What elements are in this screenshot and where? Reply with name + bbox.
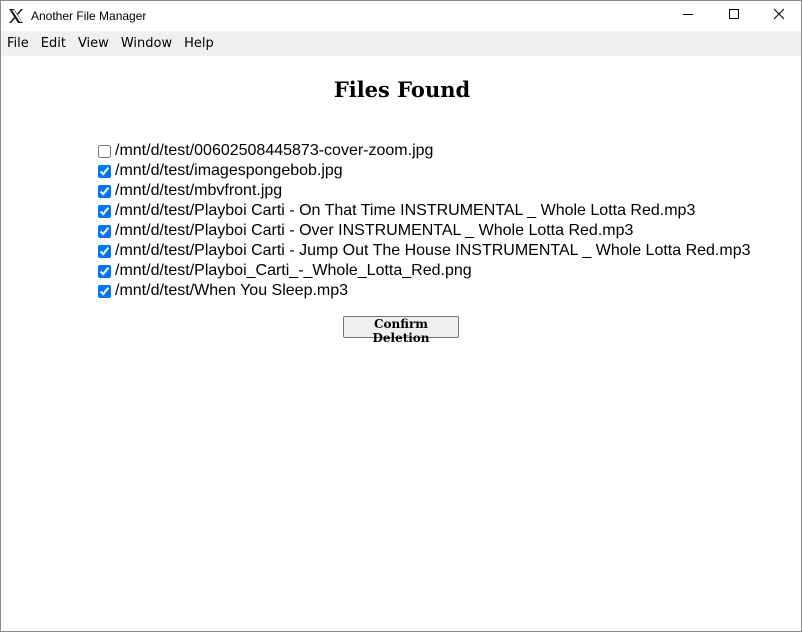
file-checkbox[interactable]: [98, 224, 111, 238]
maximize-icon: [728, 7, 740, 25]
file-path[interactable]: /mnt/d/test/00602508445873-cover-zoom.jp…: [115, 141, 433, 161]
file-checkbox[interactable]: [98, 144, 111, 158]
menu-help[interactable]: Help: [178, 31, 220, 56]
list-item: /mnt/d/test/When You Sleep.mp3: [97, 281, 751, 301]
menu-file[interactable]: File: [1, 31, 35, 56]
window-title: Another File Manager: [31, 9, 147, 23]
title-bar[interactable]: Another File Manager: [1, 1, 801, 31]
file-checkbox[interactable]: [98, 204, 111, 218]
menu-window[interactable]: Window: [115, 31, 178, 56]
file-path[interactable]: /mnt/d/test/Playboi Carti - Over INSTRUM…: [115, 221, 633, 241]
page-title: Files Found: [333, 77, 471, 102]
main-content: Files Found /mnt/d/test/00602508445873-c…: [1, 56, 801, 631]
file-list: /mnt/d/test/00602508445873-cover-zoom.jp…: [97, 141, 751, 301]
menu-view[interactable]: View: [72, 31, 115, 56]
x-logo-icon: [7, 7, 25, 25]
minimize-button[interactable]: [665, 1, 711, 31]
list-item: /mnt/d/test/Playboi Carti - Over INSTRUM…: [97, 221, 751, 241]
menu-bar: File Edit View Window Help: [1, 31, 801, 56]
list-item: /mnt/d/test/Playboi Carti - Jump Out The…: [97, 241, 751, 261]
list-item: /mnt/d/test/mbvfront.jpg: [97, 181, 751, 201]
file-checkbox[interactable]: [98, 164, 111, 178]
file-checkbox[interactable]: [98, 264, 111, 278]
file-checkbox[interactable]: [98, 244, 111, 258]
confirm-deletion-button[interactable]: Confirm Deletion: [343, 316, 459, 345]
list-item: /mnt/d/test/00602508445873-cover-zoom.jp…: [97, 141, 751, 161]
file-path[interactable]: /mnt/d/test/mbvfront.jpg: [115, 181, 282, 201]
close-icon: [773, 7, 785, 25]
file-checkbox[interactable]: [98, 284, 111, 298]
app-window: Another File Manager File Edit View Wind…: [0, 0, 802, 632]
file-path[interactable]: /mnt/d/test/Playboi Carti - On That Time…: [115, 201, 695, 221]
file-path[interactable]: /mnt/d/test/Playboi_Carti_-_Whole_Lotta_…: [115, 261, 472, 281]
list-item: /mnt/d/test/Playboi_Carti_-_Whole_Lotta_…: [97, 261, 751, 281]
file-path[interactable]: /mnt/d/test/imagespongebob.jpg: [115, 161, 343, 181]
menu-edit[interactable]: Edit: [35, 31, 72, 56]
list-item: /mnt/d/test/Playboi Carti - On That Time…: [97, 201, 751, 221]
minimize-icon: [682, 7, 694, 25]
list-item: /mnt/d/test/imagespongebob.jpg: [97, 161, 751, 181]
file-path[interactable]: /mnt/d/test/Playboi Carti - Jump Out The…: [115, 241, 751, 261]
close-button[interactable]: [756, 1, 801, 31]
maximize-button[interactable]: [711, 1, 757, 31]
file-checkbox[interactable]: [98, 184, 111, 198]
file-path[interactable]: /mnt/d/test/When You Sleep.mp3: [115, 281, 348, 301]
